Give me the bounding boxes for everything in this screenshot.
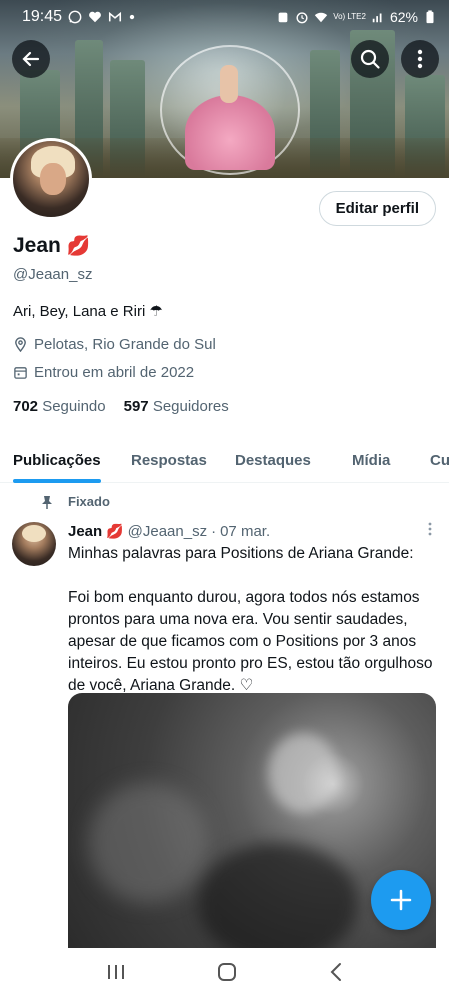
profile-name-row: Jean 💋 xyxy=(13,234,91,258)
system-nav-bar xyxy=(0,948,449,1000)
recent-apps-button[interactable] xyxy=(106,963,126,986)
profile-bio: Ari, Bey, Lana e Riri ☂ xyxy=(13,303,163,320)
avatar-hair xyxy=(22,525,46,542)
following-label: Seguindo xyxy=(42,398,106,415)
more-vertical-icon xyxy=(417,49,423,69)
more-vertical-icon xyxy=(428,522,432,536)
status-time: 19:45 xyxy=(22,8,63,25)
followers-count: 597 xyxy=(123,398,149,415)
search-icon xyxy=(360,49,380,69)
profile-avatar[interactable] xyxy=(10,138,92,220)
tab-publicacoes[interactable]: Publicações xyxy=(13,437,101,483)
wifi-icon xyxy=(315,12,328,23)
followers-label: Seguidores xyxy=(152,398,229,415)
tab-curtidas[interactable]: Cu xyxy=(430,437,449,483)
banner-figure xyxy=(220,65,238,103)
whatsapp-icon xyxy=(68,10,82,24)
dot-icon xyxy=(129,14,135,20)
search-button[interactable] xyxy=(351,40,389,78)
back-icon xyxy=(330,962,342,981)
calendar-icon xyxy=(14,367,27,379)
tab-label: Mídia xyxy=(352,451,391,469)
follow-stats: 702 Seguindo 597 Seguidores xyxy=(13,398,229,415)
nav-back-button[interactable] xyxy=(329,962,343,987)
tab-respostas[interactable]: Respostas xyxy=(131,437,207,483)
post-date[interactable]: 07 mar. xyxy=(220,523,270,540)
compose-post-button[interactable] xyxy=(371,870,431,930)
kiss-emoji-icon: 💋 xyxy=(106,522,124,539)
profile-tabs: Publicações Respostas Destaques Mídia Cu xyxy=(0,437,449,483)
heart-icon xyxy=(89,11,101,23)
pin-icon xyxy=(42,495,52,509)
media-blur xyxy=(88,783,208,903)
location-pin-icon xyxy=(15,337,26,352)
location-text: Pelotas, Rio Grande do Sul xyxy=(34,336,216,353)
edit-profile-button[interactable]: Editar perfil xyxy=(318,191,436,226)
alarm-clock-icon xyxy=(296,12,308,24)
pinned-label: Fixado xyxy=(68,494,110,509)
tab-label: Respostas xyxy=(131,451,207,469)
post-author-name[interactable]: Jean xyxy=(68,523,102,540)
back-button[interactable] xyxy=(12,40,50,78)
post-author-handle: @Jeaan_sz xyxy=(127,522,208,540)
tab-label: Publicações xyxy=(13,451,101,469)
more-options-button[interactable] xyxy=(401,40,439,78)
post-more-button[interactable] xyxy=(428,522,432,540)
recent-apps-icon xyxy=(107,964,124,979)
profile-location: Pelotas, Rio Grande do Sul xyxy=(13,336,216,353)
home-button[interactable] xyxy=(217,962,237,987)
profile-handle: @Jeaan_sz xyxy=(13,266,93,283)
gmail-icon xyxy=(109,11,122,22)
network-type: Vo) LTE2 xyxy=(333,12,366,21)
home-icon xyxy=(218,962,237,981)
media-blur xyxy=(198,843,358,953)
alarm-icon xyxy=(278,12,288,23)
joined-text: Entrou em abril de 2022 xyxy=(34,364,195,381)
arrow-left-icon xyxy=(22,51,40,67)
tab-midia[interactable]: Mídia xyxy=(352,437,390,483)
status-bar: 19:45 Vo) LTE2 62% xyxy=(0,0,449,34)
post-header: Jean 💋 @Jeaan_sz · 07 mar. xyxy=(68,522,438,540)
media-blur xyxy=(268,733,338,813)
post-text: Minhas palavras para Positions de Ariana… xyxy=(68,545,433,694)
tab-label: Cu xyxy=(430,451,449,469)
post-separator: · xyxy=(211,522,217,540)
battery-percent: 62% xyxy=(389,9,418,25)
signal-icon xyxy=(372,13,382,23)
pinned-indicator: Fixado xyxy=(40,494,110,509)
following-link[interactable]: 702 Seguindo xyxy=(13,398,106,415)
post-avatar[interactable] xyxy=(12,522,56,566)
avatar-face xyxy=(40,163,66,195)
tab-destaques[interactable]: Destaques xyxy=(235,437,311,483)
profile-joined: Entrou em abril de 2022 xyxy=(13,364,194,381)
kiss-emoji-icon: 💋 xyxy=(66,236,91,257)
banner-dress xyxy=(185,95,275,170)
profile-name: Jean xyxy=(13,234,61,257)
following-count: 702 xyxy=(13,398,39,415)
tab-label: Destaques xyxy=(235,451,311,469)
plus-icon xyxy=(390,889,412,911)
followers-link[interactable]: 597 Seguidores xyxy=(124,398,229,415)
battery-icon xyxy=(426,10,434,24)
